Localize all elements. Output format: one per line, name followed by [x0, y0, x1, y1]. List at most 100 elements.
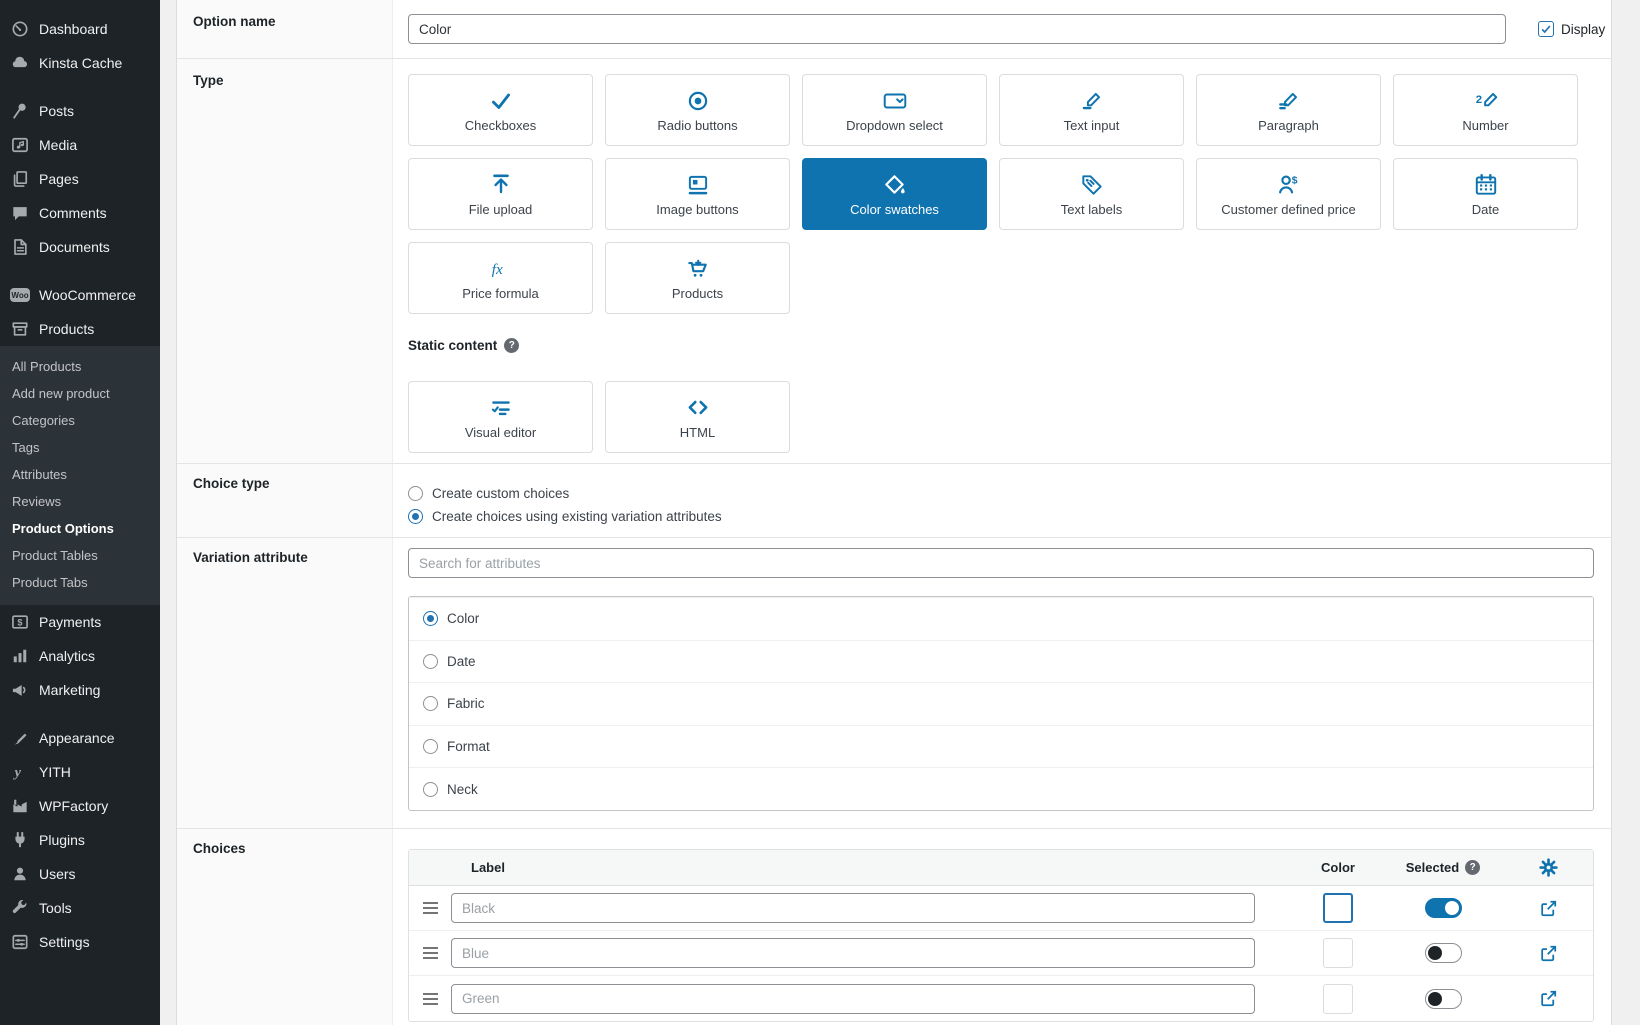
attribute-list: Color Date Fabric Format [408, 596, 1594, 811]
appearance-icon [10, 728, 30, 748]
color-swatch[interactable] [1323, 893, 1353, 923]
attribute-option[interactable]: Neck [409, 767, 1593, 810]
display-checkbox[interactable] [1538, 21, 1554, 37]
radio-icon[interactable] [423, 611, 438, 626]
radio-icon[interactable] [423, 696, 438, 711]
gear-icon [1538, 857, 1559, 878]
submenu-item[interactable]: Categories [0, 407, 160, 434]
open-choice-button[interactable] [1503, 944, 1593, 963]
sidebar-item[interactable]: Media [0, 128, 160, 162]
sidebar-item[interactable]: WPFactory [0, 789, 160, 823]
pages-icon [10, 169, 30, 189]
attribute-option-label: Color [447, 611, 479, 626]
open-choice-button[interactable] [1503, 899, 1593, 918]
choice-label-input[interactable] [451, 893, 1255, 923]
attribute-option[interactable]: Fabric [409, 682, 1593, 725]
submenu-item[interactable]: Product Options [0, 515, 160, 542]
sidebar-item[interactable]: Appearance [0, 721, 160, 755]
choices-settings-button[interactable] [1503, 857, 1593, 878]
sidebar-item[interactable]: Users [0, 857, 160, 891]
choice-label-input[interactable] [451, 938, 1255, 968]
sidebar-item[interactable]: Kinsta Cache [0, 46, 160, 80]
static-content-tile[interactable]: Visual editor [408, 381, 593, 453]
static-tile-grid: Visual editor HTML [408, 381, 1594, 453]
option-name-input[interactable] [408, 14, 1506, 44]
sidebar-item[interactable]: Pages [0, 162, 160, 196]
dropdown-icon [882, 88, 908, 114]
sidebar-item[interactable]: y YITH [0, 755, 160, 789]
type-tile[interactable]: Paragraph [1196, 74, 1381, 146]
submenu-item[interactable]: Add new product [0, 380, 160, 407]
sidebar-item[interactable]: Analytics [0, 639, 160, 673]
radio-icon[interactable] [423, 654, 438, 669]
sidebar-item[interactable]: $ Payments [0, 605, 160, 639]
type-tile[interactable]: 2 Number [1393, 74, 1578, 146]
type-tile-label: File upload [469, 202, 533, 217]
type-tile[interactable]: Color swatches [802, 158, 987, 230]
type-tile[interactable]: Radio buttons [605, 74, 790, 146]
attribute-option-label: Neck [447, 782, 478, 797]
sidebar-item[interactable]: Tools [0, 891, 160, 925]
type-tile[interactable]: Date [1393, 158, 1578, 230]
type-tile[interactable]: Image buttons [605, 158, 790, 230]
person-price-icon: $ [1276, 172, 1302, 198]
submenu-item[interactable]: All Products [0, 353, 160, 380]
selected-toggle[interactable] [1425, 898, 1462, 918]
sidebar-item[interactable]: Comments [0, 196, 160, 230]
choice-label-input[interactable] [451, 984, 1255, 1014]
type-tile[interactable]: $ Customer defined price [1196, 158, 1381, 230]
type-tile[interactable]: Checkboxes [408, 74, 593, 146]
choice-type-option[interactable]: Create choices using existing variation … [408, 509, 1594, 524]
display-checkbox-wrap[interactable]: Display [1538, 21, 1605, 37]
drag-handle[interactable] [423, 902, 438, 914]
choice-type-label: Choice type [193, 476, 376, 491]
submenu-item[interactable]: Attributes [0, 461, 160, 488]
sidebar-item-label: Settings [39, 934, 90, 950]
radio-icon[interactable] [423, 739, 438, 754]
attribute-option[interactable]: Color [409, 597, 1593, 640]
drag-handle[interactable] [423, 947, 438, 959]
sidebar-item[interactable]: Plugins [0, 823, 160, 857]
color-swatch[interactable] [1323, 984, 1353, 1014]
attribute-search-input[interactable] [408, 548, 1594, 578]
sidebar-item[interactable]: Documents [0, 230, 160, 264]
choice-type-option[interactable]: Create custom choices [408, 486, 1594, 501]
attribute-option[interactable]: Format [409, 725, 1593, 768]
swatches-icon [882, 172, 908, 198]
sidebar-item[interactable]: Products [0, 312, 160, 346]
type-tile-label: Image buttons [656, 202, 738, 217]
drag-handle[interactable] [423, 993, 438, 1005]
type-tile[interactable]: fx Price formula [408, 242, 593, 314]
type-tile[interactable]: Dropdown select [802, 74, 987, 146]
number-icon: 2 [1473, 88, 1499, 114]
cart-icon [685, 256, 711, 282]
submenu-item[interactable]: Tags [0, 434, 160, 461]
submenu-item[interactable]: Product Tables [0, 542, 160, 569]
submenu-item[interactable]: Reviews [0, 488, 160, 515]
type-tile[interactable]: Text input [999, 74, 1184, 146]
sidebar-item[interactable]: Woo WooCommerce [0, 278, 160, 312]
sidebar-item[interactable]: Dashboard [0, 12, 160, 46]
type-tile[interactable]: Products [605, 242, 790, 314]
sidebar-item[interactable]: Marketing [0, 673, 160, 707]
type-tile-label: Price formula [462, 286, 539, 301]
selected-toggle[interactable] [1425, 989, 1462, 1009]
radio-icon[interactable] [408, 509, 423, 524]
choices-table: Label Color Selected ? [408, 849, 1594, 1022]
radio-icon[interactable] [408, 486, 423, 501]
help-icon[interactable]: ? [504, 338, 519, 353]
tools-icon [10, 898, 30, 918]
sidebar-item[interactable]: Settings [0, 925, 160, 959]
selected-toggle[interactable] [1425, 943, 1462, 963]
type-tile[interactable]: Text labels [999, 158, 1184, 230]
submenu-item[interactable]: Product Tabs [0, 569, 160, 596]
open-choice-button[interactable] [1503, 989, 1593, 1008]
static-content-tile[interactable]: HTML [605, 381, 790, 453]
radio-icon[interactable] [423, 782, 438, 797]
sidebar-item[interactable]: Posts [0, 94, 160, 128]
color-swatch[interactable] [1323, 938, 1353, 968]
help-icon[interactable]: ? [1465, 860, 1480, 875]
static-content-label: Static content [408, 338, 497, 353]
attribute-option[interactable]: Date [409, 640, 1593, 683]
type-tile[interactable]: File upload [408, 158, 593, 230]
